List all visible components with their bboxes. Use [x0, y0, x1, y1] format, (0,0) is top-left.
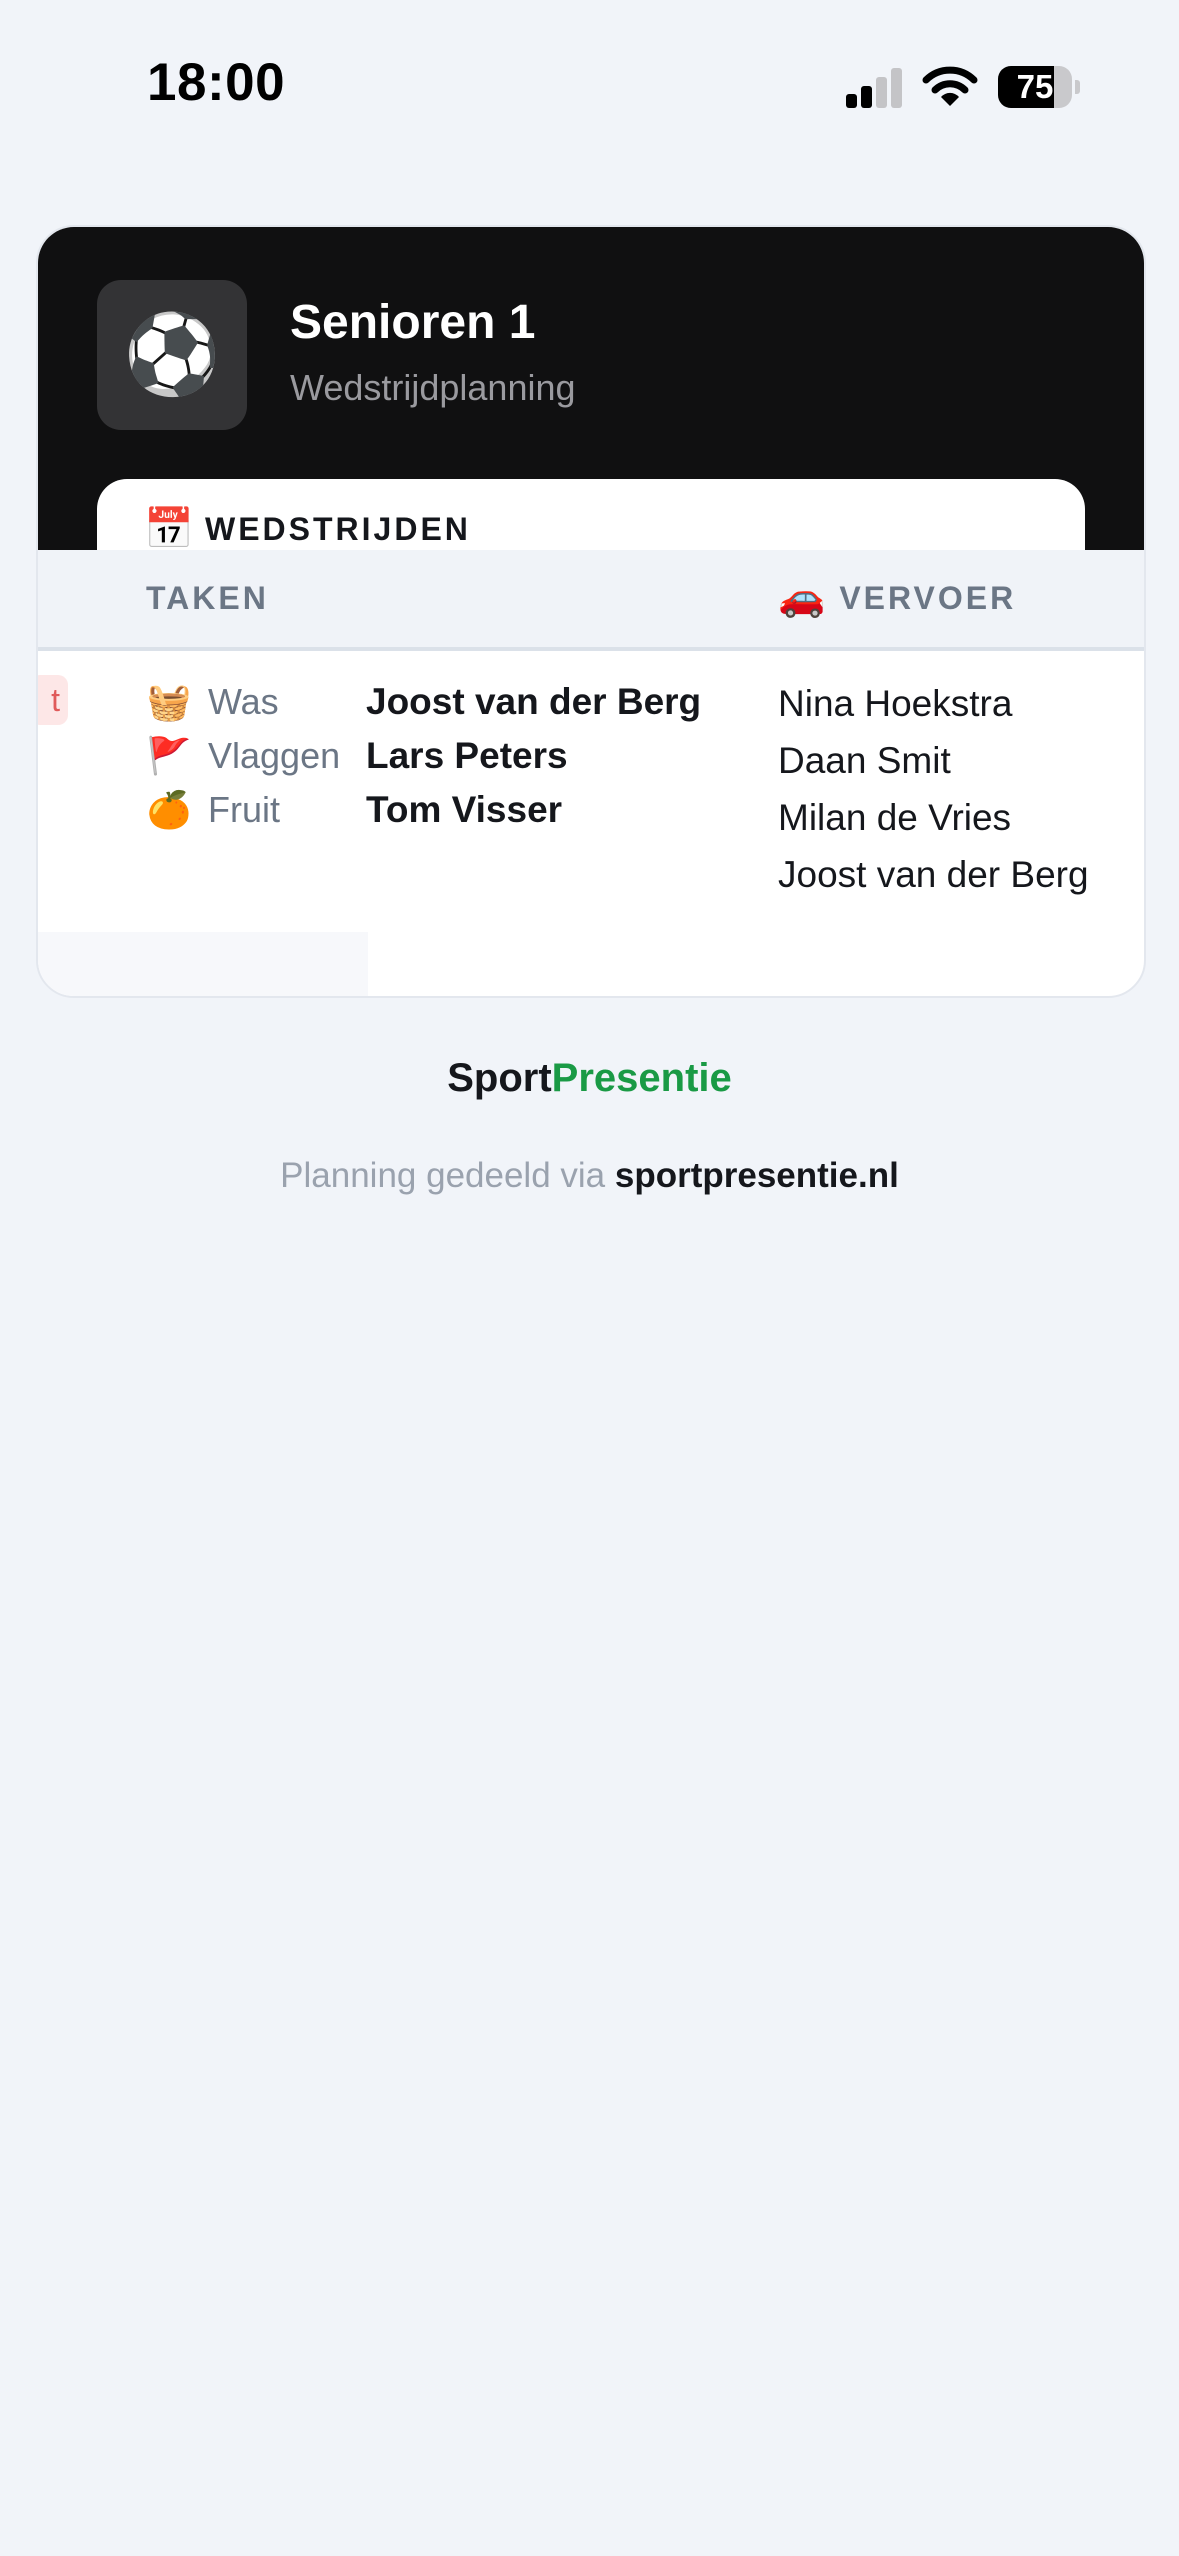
column-header-transport: 🚗 VERVOER	[778, 576, 1016, 620]
task-row: 🍊 Fruit Tom Visser	[146, 783, 701, 837]
team-header: ⚽ Senioren 1 Wedstrijdplanning 📅 WEDSTRI…	[38, 227, 1144, 599]
task-label: Fruit	[208, 789, 280, 830]
team-name: Senioren 1	[290, 296, 536, 349]
signal-icon	[846, 68, 902, 108]
transport-driver: Joost van der Berg	[778, 854, 1089, 895]
task-person: Tom Visser	[366, 789, 563, 830]
status-bar: 18:00 75	[0, 0, 1179, 170]
row-shade	[38, 932, 368, 996]
transport-driver: Milan de Vries	[778, 797, 1012, 838]
task-row: 🧺 Was Joost van der Berg	[146, 675, 702, 729]
orange-icon: 🍊	[146, 789, 192, 830]
task-row: 🚩 Vlaggen Lars Peters	[146, 729, 701, 783]
task-person: Lars Peters	[366, 735, 568, 776]
table-header: TAKEN 🚗 VERVOER	[38, 550, 1144, 651]
wifi-icon	[922, 66, 978, 106]
column-header-tasks: TAKEN	[146, 580, 269, 616]
car-icon: 🚗	[778, 577, 826, 619]
column-header-transport-label: VERVOER	[839, 579, 1017, 616]
shared-via-label: Planning gedeeld via	[280, 1156, 615, 1195]
task-label: Vlaggen	[208, 735, 341, 776]
transport-driver: Nina Hoekstra	[778, 683, 1013, 724]
calendar-icon: 📅	[144, 507, 194, 551]
section-title: WEDSTRIJDEN	[205, 511, 471, 547]
battery-level: 75	[1016, 68, 1054, 105]
shared-via-text: Planning gedeeld via sportpresentie.nl	[0, 1156, 1179, 1196]
task-list: 🧺 Was Joost van der Berg 🚩 Vlaggen Lars …	[146, 675, 702, 837]
task-person: Joost van der Berg	[366, 681, 702, 722]
laundry-basket-icon: 🧺	[146, 681, 192, 722]
status-time: 18:00	[147, 53, 286, 112]
schedule-card: ⚽ Senioren 1 Wedstrijdplanning 📅 WEDSTRI…	[36, 225, 1146, 998]
transport-list: Nina Hoekstra Daan Smit Milan de Vries J…	[778, 675, 1089, 903]
transport-driver: Daan Smit	[778, 740, 951, 781]
sportpresentie-link[interactable]: sportpresentie.nl	[615, 1156, 899, 1195]
battery-icon: 75	[998, 66, 1082, 108]
team-subtitle: Wedstrijdplanning	[290, 367, 576, 408]
brand-logo: SportPresentie	[447, 1056, 732, 1100]
status-badge: t	[38, 675, 68, 725]
task-label: Was	[208, 681, 279, 722]
flag-icon: 🚩	[146, 735, 192, 776]
soccer-ball-icon: ⚽	[97, 280, 247, 430]
